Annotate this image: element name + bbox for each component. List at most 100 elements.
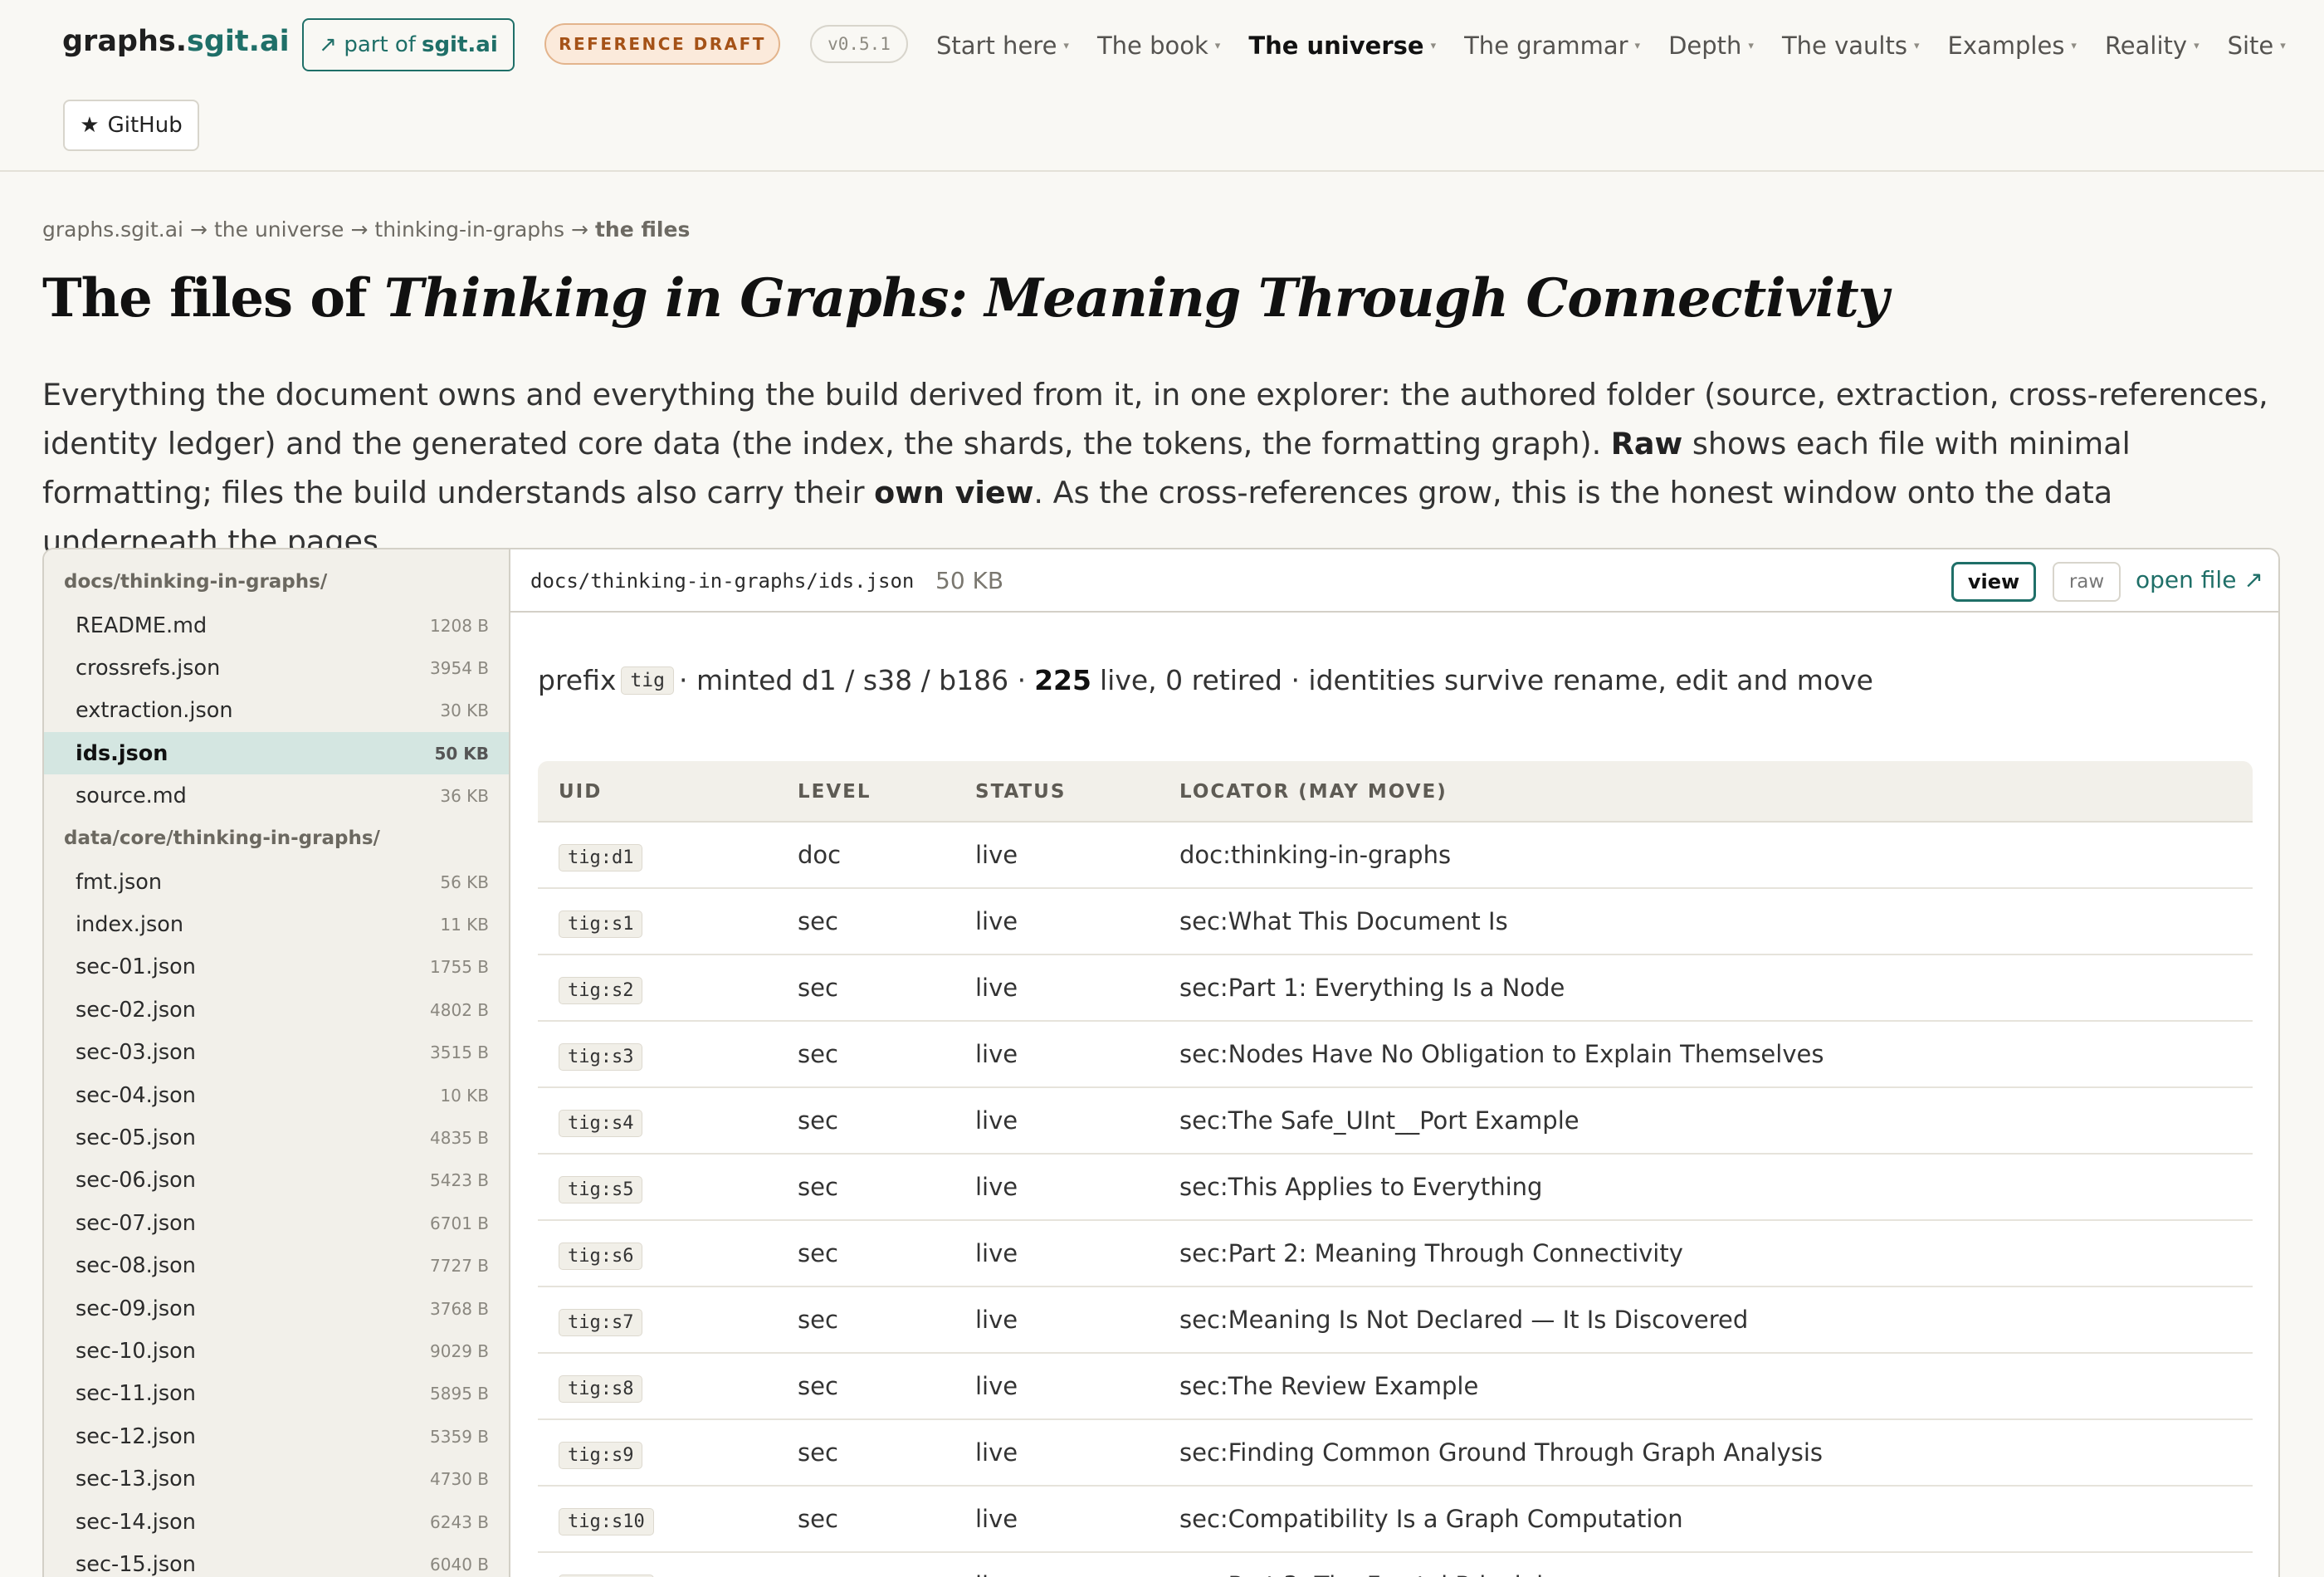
file-name: sec-08.json bbox=[76, 1253, 196, 1279]
summary-rest: live, 0 retired · identities survive ren… bbox=[1099, 664, 1873, 696]
cell-level: sec bbox=[798, 1372, 838, 1400]
uid-chip: tig:s1 bbox=[559, 911, 643, 938]
nav-item[interactable]: Depth ▾ bbox=[1668, 32, 1754, 60]
table-row: tig:s4 sec live sec:The Safe_UInt__Port Exa… bbox=[538, 1088, 2253, 1155]
nav-item-label: Examples bbox=[1947, 32, 2065, 60]
breadcrumb-arrow-icon: → bbox=[190, 217, 208, 242]
file-item[interactable]: sec-11.json 5895 B bbox=[44, 1373, 509, 1415]
file-item[interactable]: sec-06.json 5423 B bbox=[44, 1160, 509, 1202]
file-item[interactable]: extraction.json 30 KB bbox=[44, 690, 509, 732]
nav-item[interactable]: Examples ▾ bbox=[1948, 32, 2077, 60]
chevron-down-icon: ▾ bbox=[1913, 39, 1920, 52]
file-size-label: 6243 B bbox=[430, 1511, 489, 1532]
file-item[interactable]: sec-05.json 4835 B bbox=[44, 1116, 509, 1159]
breadcrumb-doc[interactable]: thinking-in-graphs bbox=[374, 217, 564, 242]
file-item[interactable]: sec-01.json 1755 B bbox=[44, 946, 509, 989]
chevron-down-icon: ▾ bbox=[1748, 39, 1754, 52]
cell-uid: tig:s11 bbox=[559, 1571, 654, 1577]
nav-item[interactable]: Reality ▾ bbox=[2105, 32, 2200, 60]
file-size-label: 11 KB bbox=[440, 914, 489, 935]
file-item[interactable]: source.md 36 KB bbox=[44, 775, 509, 818]
file-size-label: 5359 B bbox=[430, 1426, 489, 1447]
file-path: docs/thinking-in-graphs/ids.json bbox=[530, 569, 915, 593]
file-name: sec-04.json bbox=[76, 1082, 196, 1108]
col-locator: LOCATOR (MAY MOVE) bbox=[1179, 781, 1448, 803]
raw-button[interactable]: raw bbox=[2053, 562, 2121, 602]
uid-chip: tig:s8 bbox=[559, 1375, 643, 1403]
cell-locator: sec:Part 1: Everything Is a Node bbox=[1179, 974, 1565, 1002]
intro-bold-own-view: own view bbox=[874, 475, 1034, 510]
file-item[interactable]: sec-09.json 3768 B bbox=[44, 1287, 509, 1330]
file-item[interactable]: sec-15.json 6040 B bbox=[44, 1543, 509, 1577]
breadcrumb-universe[interactable]: the universe bbox=[214, 217, 344, 242]
file-size-label: 10 KB bbox=[440, 1085, 489, 1106]
file-size-label: 3515 B bbox=[430, 1042, 489, 1063]
uid-chip: tig:s3 bbox=[559, 1043, 643, 1071]
nav-item[interactable]: Start here ▾ bbox=[936, 32, 1069, 60]
cell-status: live bbox=[975, 1438, 1018, 1467]
cell-level: sec bbox=[798, 1106, 838, 1135]
file-item[interactable]: sec-12.json 5359 B bbox=[44, 1415, 509, 1457]
viewer-header: docs/thinking-in-graphs/ids.json 50 KB v… bbox=[510, 549, 2278, 613]
file-size-label: 1208 B bbox=[430, 615, 489, 636]
file-size-label: 36 KB bbox=[440, 786, 489, 807]
file-name: sec-03.json bbox=[76, 1040, 196, 1066]
nav-item[interactable]: Site ▾ bbox=[2228, 32, 2286, 60]
cell-status: live bbox=[975, 1173, 1018, 1201]
file-item[interactable]: sec-02.json 4802 B bbox=[44, 989, 509, 1031]
cell-level: sec bbox=[798, 1306, 838, 1334]
summary-live-count: 225 bbox=[1034, 664, 1091, 696]
file-item[interactable]: sec-04.json 10 KB bbox=[44, 1074, 509, 1116]
nav-item-label: The universe bbox=[1248, 32, 1424, 60]
nav-item[interactable]: The grammar ▾ bbox=[1464, 32, 1640, 60]
file-item[interactable]: sec-07.json 6701 B bbox=[44, 1202, 509, 1244]
table-header: UID LEVEL STATUS LOCATOR (MAY MOVE) bbox=[538, 761, 2253, 823]
cell-level: doc bbox=[798, 841, 842, 869]
page-title-doc: Thinking in Graphs: Meaning Through Conn… bbox=[383, 267, 1889, 330]
file-item[interactable]: ids.json 50 KB bbox=[44, 732, 509, 775]
file-name: extraction.json bbox=[76, 698, 233, 724]
file-item[interactable]: sec-13.json 4730 B bbox=[44, 1458, 509, 1501]
file-item[interactable]: index.json 11 KB bbox=[44, 903, 509, 945]
file-item[interactable]: sec-03.json 3515 B bbox=[44, 1032, 509, 1074]
file-viewer: docs/thinking-in-graphs/ids.json 50 KB v… bbox=[510, 549, 2278, 1577]
cell-status: live bbox=[975, 907, 1018, 935]
cell-status: live bbox=[975, 1372, 1018, 1400]
file-name: source.md bbox=[76, 784, 187, 809]
open-file-link[interactable]: open file ↗ bbox=[2136, 566, 2263, 593]
file-item[interactable]: sec-10.json 9029 B bbox=[44, 1330, 509, 1372]
breadcrumb-arrow-icon: → bbox=[350, 217, 369, 242]
file-size: 50 KB bbox=[935, 567, 1004, 594]
breadcrumb-home[interactable]: graphs.sgit.ai bbox=[42, 217, 183, 242]
nav-item[interactable]: The book ▾ bbox=[1097, 32, 1220, 60]
nav-item[interactable]: The universe ▾ bbox=[1248, 32, 1436, 60]
cell-locator: sec:Compatibility Is a Graph Computation bbox=[1179, 1505, 1683, 1533]
nav-item-label: Start here bbox=[936, 32, 1057, 60]
brand-logo[interactable]: graphs.sgit.ai bbox=[62, 25, 290, 58]
file-item[interactable]: fmt.json 56 KB bbox=[44, 861, 509, 903]
file-item[interactable]: crossrefs.json 3954 B bbox=[44, 647, 509, 689]
github-label: GitHub bbox=[107, 113, 183, 138]
nav-item[interactable]: The vaults ▾ bbox=[1782, 32, 1920, 60]
file-size-label: 4730 B bbox=[430, 1469, 489, 1490]
file-explorer: docs/thinking-in-graphs/README.md 1208 B c… bbox=[42, 548, 2280, 1577]
cell-level: sec bbox=[798, 1239, 838, 1267]
github-button[interactable]: ★ GitHub bbox=[63, 100, 199, 151]
part-of-link[interactable]: ↗ part of sgit.ai bbox=[302, 18, 515, 71]
uid-chip: tig:s7 bbox=[559, 1309, 643, 1336]
file-item[interactable]: README.md 1208 B bbox=[44, 604, 509, 647]
file-size-label: 6701 B bbox=[430, 1213, 489, 1233]
file-name: sec-11.json bbox=[76, 1381, 196, 1407]
cell-level: sec bbox=[798, 1571, 838, 1577]
file-name: sec-13.json bbox=[76, 1467, 196, 1492]
nav-item-label: Reality bbox=[2104, 32, 2188, 60]
file-item[interactable]: sec-14.json 6243 B bbox=[44, 1501, 509, 1543]
folder-label: data/core/thinking-in-graphs/ bbox=[64, 828, 380, 849]
file-item[interactable]: sec-08.json 7727 B bbox=[44, 1245, 509, 1287]
view-button[interactable]: view bbox=[1951, 562, 2036, 602]
table-row: tig:s1 sec live sec:What This Document Is bbox=[538, 889, 2253, 955]
nav-item-label: The grammar bbox=[1464, 32, 1628, 60]
cell-uid: tig:s4 bbox=[559, 1106, 643, 1137]
file-tree: docs/thinking-in-graphs/README.md 1208 B c… bbox=[44, 549, 510, 1577]
cell-uid: tig:d1 bbox=[559, 841, 643, 872]
